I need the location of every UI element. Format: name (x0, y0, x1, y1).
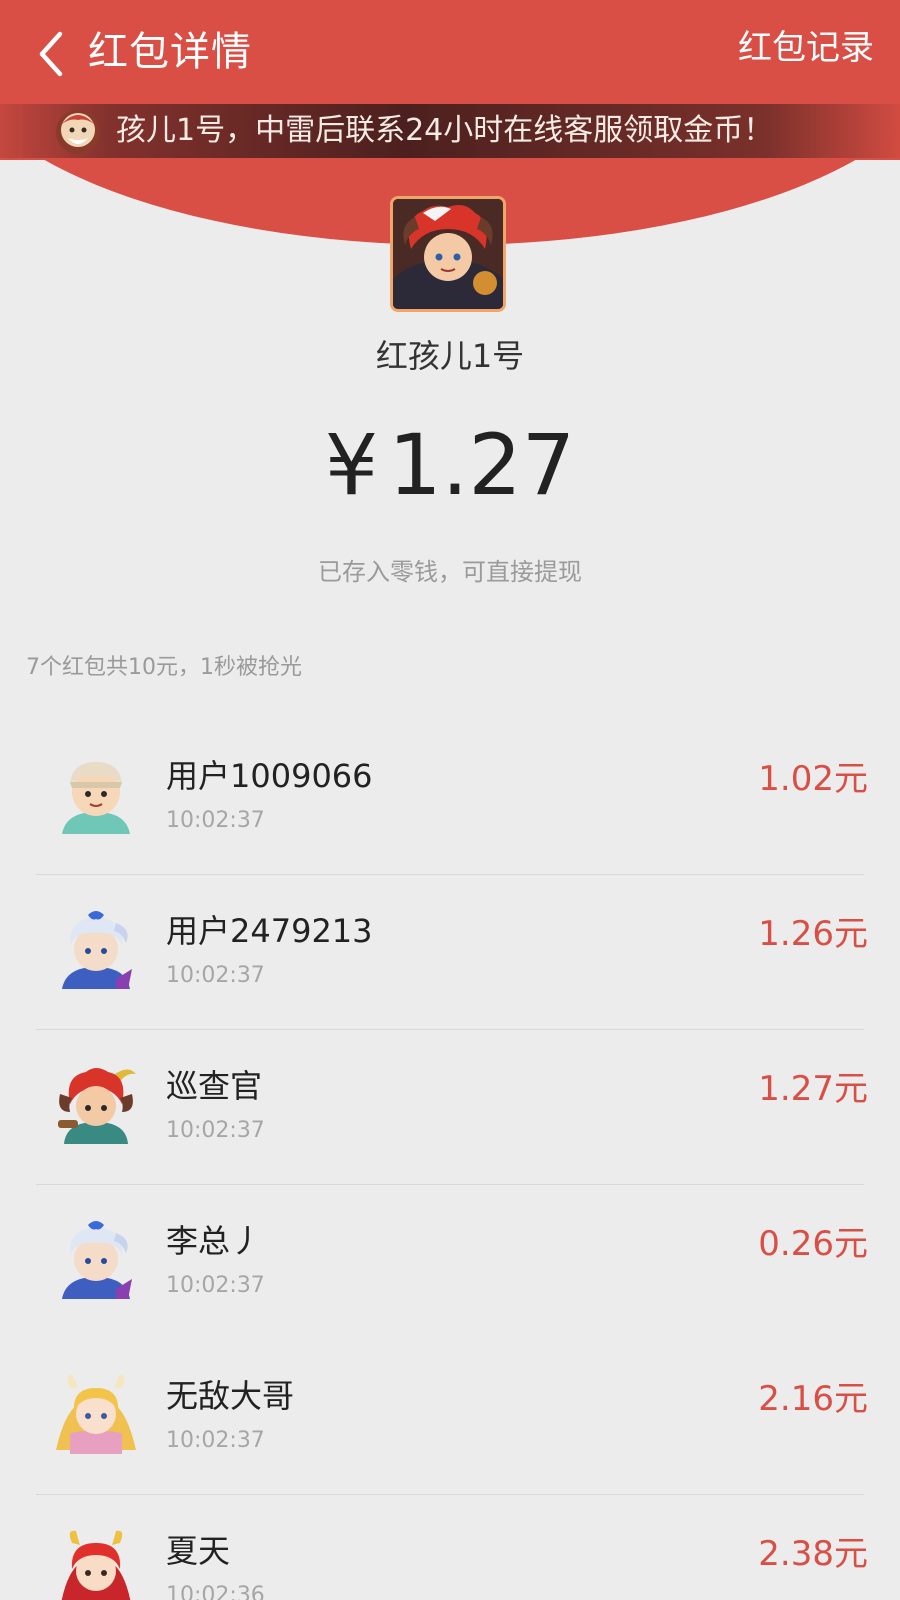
top-bar: 红包详情 红包记录 (0, 0, 900, 104)
list-item[interactable]: 用户1009066 10:02:37 1.02元 (0, 720, 900, 875)
list-item[interactable]: 用户2479213 10:02:37 1.26元 (0, 875, 900, 1030)
received-amount: ¥1.27 (0, 410, 900, 520)
list-item[interactable]: 李总丿 10:02:37 0.26元 (0, 1185, 900, 1340)
grab-amount: 0.26元 (758, 1224, 868, 1264)
page-title: 红包详情 (88, 29, 252, 75)
grab-time: 10:02:37 (166, 1273, 265, 1298)
avatar (56, 1064, 136, 1144)
recipient-name: 用户1009066 (166, 757, 373, 795)
avatar (56, 909, 136, 989)
red-packet-detail-page: 红包详情 红包记录 孩儿1号，中雷后联系24小时在线客服领取金币！ 红孩儿1号 … (0, 0, 900, 1600)
deposit-note[interactable]: 已存入零钱，可直接提现 (0, 552, 900, 592)
recipient-name: 李总丿 (166, 1222, 263, 1260)
avatar (56, 1529, 136, 1600)
recipient-name: 夏天 (166, 1532, 231, 1570)
list-item[interactable]: 夏天 10:02:36 2.38元 (0, 1495, 900, 1600)
recipient-name: 巡查官 (166, 1067, 263, 1105)
chevron-left-icon (39, 31, 63, 77)
grab-time: 10:02:37 (166, 1118, 265, 1143)
grab-amount: 1.27元 (758, 1069, 868, 1109)
grab-amount: 1.26元 (758, 914, 868, 954)
grab-time: 10:02:37 (166, 1428, 265, 1453)
back-button[interactable] (30, 26, 76, 82)
amount-value: 1.27 (388, 416, 576, 514)
currency-symbol: ¥ (324, 416, 379, 514)
grab-time: 10:02:36 (166, 1583, 265, 1600)
red-packet-records-link[interactable]: 红包记录 (738, 22, 874, 74)
recipient-name: 无敌大哥 (166, 1377, 295, 1415)
sender-avatar[interactable] (390, 196, 506, 312)
recipient-list: 用户1009066 10:02:37 1.02元 用户2479213 10:02… (0, 720, 900, 1600)
packet-summary: 7个红包共10元，1秒被抢光 (26, 655, 302, 680)
avatar (56, 1219, 136, 1299)
notice-text: 孩儿1号，中雷后联系24小时在线客服领取金币！ (116, 113, 774, 148)
grab-time: 10:02:37 (166, 963, 265, 988)
avatar (56, 1374, 136, 1454)
list-item[interactable]: 无敌大哥 10:02:37 2.16元 (0, 1340, 900, 1495)
grab-amount: 2.38元 (758, 1534, 868, 1574)
grab-amount: 2.16元 (758, 1379, 868, 1419)
grab-amount: 1.02元 (758, 759, 868, 799)
notice-banner: 孩儿1号，中雷后联系24小时在线客服领取金币！ (0, 104, 900, 158)
recipient-name: 用户2479213 (166, 912, 373, 950)
avatar (56, 754, 136, 834)
notice-avatar (54, 106, 102, 156)
grab-time: 10:02:37 (166, 808, 265, 833)
list-item[interactable]: 巡查官 10:02:37 1.27元 (0, 1030, 900, 1185)
sender-name: 红孩儿1号 (375, 337, 525, 375)
